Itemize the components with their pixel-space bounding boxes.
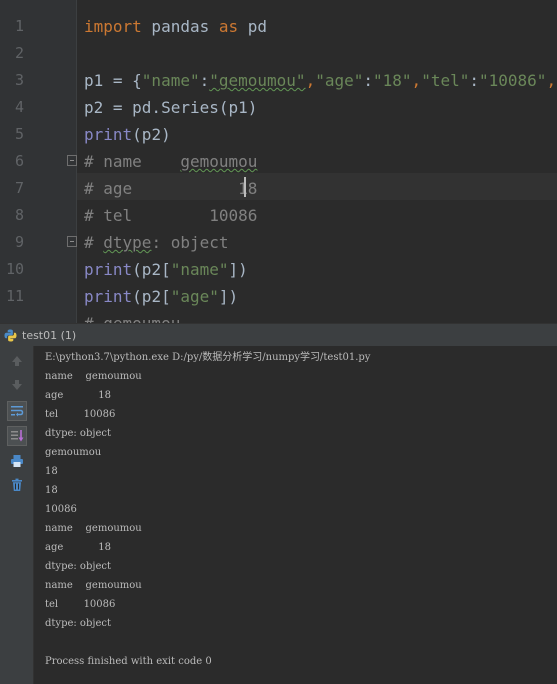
run-console-output[interactable]: E:\python3.7\python.exe D:/py/数据分析学习/num… (34, 346, 557, 684)
fold-marker-icon[interactable] (67, 236, 77, 247)
builtin-token: print (84, 260, 133, 279)
code-token: : (199, 71, 210, 90)
console-line: name gemoumou (45, 580, 142, 591)
comment-token: # (84, 233, 104, 252)
code-token: : (469, 71, 479, 90)
console-line: age 18 (45, 542, 111, 553)
code-editor[interactable]: 1 2 3 4 5 6 7 8 9 10 11 import pandas as… (0, 0, 557, 323)
console-line: dtype: object (45, 618, 111, 629)
builtin-token: print (84, 287, 133, 306)
string-token: "18" (373, 71, 412, 90)
comment-token: dtype (103, 233, 152, 252)
comment-token: : object (151, 233, 229, 252)
keyword-token: import (84, 17, 142, 36)
line-number: 10 (5, 260, 24, 278)
keyword-token: as (218, 17, 239, 36)
console-line: E:\python3.7\python.exe D:/py/数据分析学习/num… (45, 352, 371, 363)
code-line-8[interactable]: # tel 10086 (84, 202, 257, 229)
string-token: "name" (141, 71, 200, 90)
builtin-token: print (84, 125, 133, 144)
string-token: "10086" (479, 71, 547, 90)
comma-token: , (305, 71, 316, 90)
code-line-4[interactable]: p2 = pd.Series(p1) (84, 94, 257, 121)
code-token: ]) (228, 260, 248, 279)
run-tab-header[interactable]: test01 (1) (0, 323, 557, 346)
code-token: (p2[ (132, 287, 171, 306)
console-line: name gemoumou (45, 371, 142, 382)
code-line-6[interactable]: # name gemoumou (84, 148, 257, 175)
string-token: "age" (170, 287, 219, 306)
trash-icon[interactable] (7, 475, 27, 495)
run-tab-title: test01 (1) (22, 329, 77, 342)
code-line-3[interactable]: p1 = {"name":"gemoumou","age":"18","tel"… (84, 67, 557, 94)
line-number: 9 (14, 233, 24, 251)
console-line: name gemoumou (45, 523, 142, 534)
code-line-9[interactable]: # dtype: object (84, 229, 229, 256)
comment-token: # name (84, 152, 181, 171)
line-number-gutter: 1 2 3 4 5 6 7 8 9 10 11 (0, 0, 77, 323)
console-line: age 18 (45, 390, 111, 401)
line-number: 2 (14, 44, 24, 62)
console-line: gemoumou (45, 447, 102, 458)
comment-token: gemoumou (180, 152, 258, 171)
code-line-5[interactable]: print(p2) (84, 121, 171, 148)
arrow-up-icon[interactable] (7, 351, 27, 371)
line-number: 7 (14, 179, 24, 197)
code-line-12[interactable]: # gemoumou (84, 310, 180, 323)
code-token: p1 = { (84, 71, 142, 90)
code-token: (p2) (132, 125, 171, 144)
console-exit-status: Process finished with exit code 0 (45, 656, 212, 667)
line-number: 4 (14, 98, 24, 116)
string-token: "gemoumou" (209, 71, 306, 90)
code-line-11[interactable]: print(p2["age"]) (84, 283, 238, 310)
code-token: ]) (218, 287, 239, 306)
line-number: 6 (14, 152, 24, 170)
console-line: dtype: object (45, 428, 111, 439)
code-token: (p2[ (132, 260, 171, 279)
console-line: tel 10086 (45, 599, 116, 610)
line-number: 11 (5, 287, 24, 305)
text-caret (244, 177, 246, 197)
python-icon (4, 329, 17, 342)
console-line: 18 (45, 485, 58, 496)
code-line-1[interactable]: import pandas as pd (84, 13, 267, 40)
line-number: 1 (14, 17, 24, 35)
code-token: : (363, 71, 374, 90)
identifier-token: pandas (141, 17, 219, 36)
string-token: "tel" (421, 71, 470, 90)
arrow-down-icon[interactable] (7, 375, 27, 395)
fold-marker-icon[interactable] (67, 155, 77, 166)
run-toolbar (0, 346, 34, 684)
line-number: 5 (14, 125, 24, 143)
line-number: 3 (14, 71, 24, 89)
console-line: tel 10086 (45, 409, 116, 420)
comma-token: , (411, 71, 422, 90)
print-icon[interactable] (7, 451, 27, 471)
identifier-token: pd (238, 17, 268, 36)
scroll-to-end-icon[interactable] (7, 426, 27, 446)
line-number: 8 (14, 206, 24, 224)
console-line: 10086 (45, 504, 77, 515)
comma-token: , (546, 71, 557, 90)
string-token: "age" (315, 71, 364, 90)
code-line-10[interactable]: print(p2["name"]) (84, 256, 248, 283)
string-token: "name" (170, 260, 229, 279)
console-line: 18 (45, 466, 58, 477)
console-line: dtype: object (45, 561, 111, 572)
soft-wrap-icon[interactable] (7, 401, 27, 421)
code-line-7[interactable]: # age 18 (84, 175, 257, 202)
